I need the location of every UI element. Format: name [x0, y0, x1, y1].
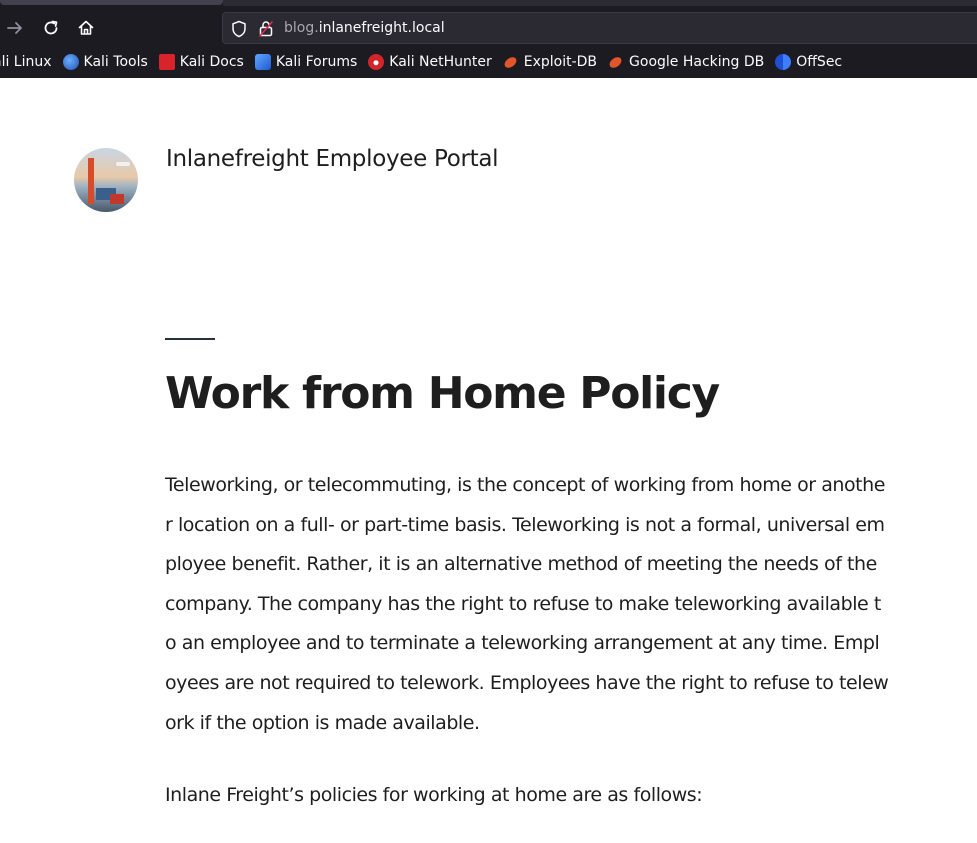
bookmark-google-hacking-db[interactable]: Google Hacking DB — [608, 54, 764, 70]
post-paragraph: Inlane Freight’s policies for working at… — [165, 784, 703, 806]
bookmark-kali-forums[interactable]: Kali Forums — [254, 54, 358, 70]
home-icon — [78, 20, 94, 35]
arrow-right-icon — [7, 22, 22, 34]
nethunter-icon — [368, 54, 385, 70]
reload-icon — [44, 20, 58, 35]
bookmark-label: Kali Docs — [179, 54, 244, 70]
tab-strip-background — [223, 0, 977, 6]
bookmarks-toolbar: ali Linux Kali Tools Kali Docs Kali Foru… — [0, 50, 977, 74]
site-title[interactable]: Inlanefreight Employee Portal — [166, 146, 499, 172]
browser-toolbar: blog.inlanefreight.local ali Linux Kali … — [0, 0, 977, 78]
ghdb-icon — [608, 54, 624, 70]
kali-forums-icon — [254, 54, 271, 70]
post-title: Work from Home Policy — [165, 368, 720, 419]
exploit-db-icon — [503, 54, 519, 70]
forward-button[interactable] — [1, 14, 29, 42]
logo-plane-shape — [116, 162, 130, 166]
reload-button[interactable] — [37, 14, 65, 42]
bookmark-label: Kali NetHunter — [389, 54, 492, 70]
bookmark-label: Google Hacking DB — [629, 54, 765, 70]
logo-crane-shape — [88, 158, 94, 204]
bookmark-label: ali Linux — [0, 54, 52, 70]
bookmark-label: Kali Tools — [83, 54, 148, 70]
kali-docs-icon — [158, 54, 175, 70]
bookmark-label: Exploit-DB — [523, 54, 598, 70]
url-subdomain: blog. — [284, 20, 319, 36]
bookmark-label: Kali Forums — [275, 54, 358, 70]
title-divider — [165, 338, 215, 340]
insecure-lock-icon[interactable] — [258, 20, 274, 38]
bookmark-kali-tools[interactable]: Kali Tools — [62, 54, 148, 70]
site-logo[interactable] — [74, 148, 138, 212]
url-bar[interactable]: blog.inlanefreight.local — [222, 12, 977, 44]
url-host: inlanefreight.local — [318, 20, 445, 36]
bookmark-kali-nethunter[interactable]: Kali NetHunter — [368, 54, 492, 70]
tab-strip — [0, 0, 977, 8]
bookmark-label: OffSec — [796, 54, 843, 70]
post-paragraph: Teleworking, or telecommuting, is the co… — [165, 474, 889, 734]
bookmark-exploit-db[interactable]: Exploit-DB — [503, 54, 597, 70]
home-button[interactable] — [72, 14, 100, 42]
kali-tools-icon — [62, 54, 79, 70]
url-text[interactable]: blog.inlanefreight.local — [284, 20, 445, 36]
logo-container-shape — [110, 194, 124, 204]
offsec-icon — [775, 54, 792, 70]
bookmark-kali-linux[interactable]: ali Linux — [0, 54, 52, 70]
bookmark-offsec[interactable]: OffSec — [775, 54, 842, 70]
active-tab[interactable] — [0, 0, 223, 5]
shield-icon[interactable] — [231, 20, 247, 38]
bookmark-kali-docs[interactable]: Kali Docs — [158, 54, 244, 70]
